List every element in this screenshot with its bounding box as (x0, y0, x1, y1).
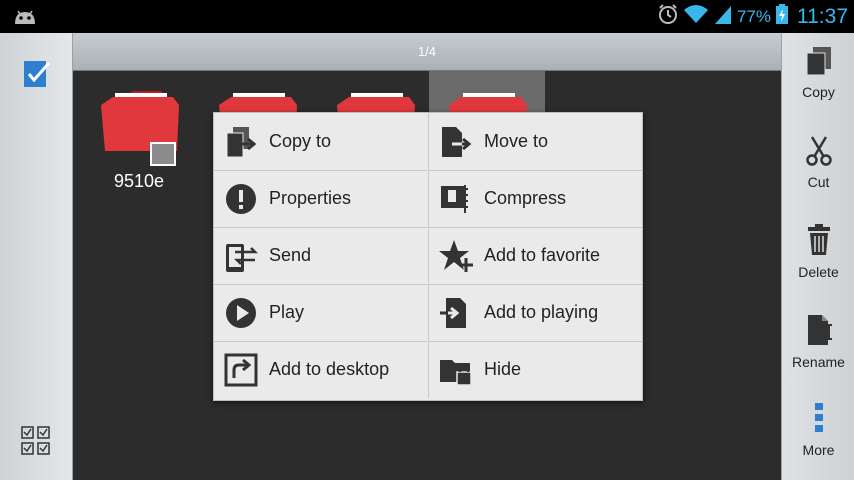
right-toolbar: Copy Cut Delete Rename More (781, 33, 854, 480)
info-icon (223, 181, 259, 217)
copy-label: Copy (802, 84, 835, 100)
menu-item-label: Compress (484, 188, 567, 208)
delete-button[interactable]: Delete (782, 223, 854, 280)
play-icon (223, 295, 259, 331)
battery-percent: 77% (736, 6, 771, 26)
delete-label: Delete (798, 264, 839, 280)
menu-item-label: Send (269, 245, 312, 265)
menu-item-play[interactable]: Play (214, 284, 427, 342)
rename-icon (807, 315, 832, 345)
favorite-icon (438, 238, 474, 274)
context-menu: Copy to Move to Properties Compress Send… (213, 112, 643, 401)
status-bar: 77% 11:37 (0, 0, 854, 33)
menu-item-label: Add to desktop (269, 359, 390, 379)
hide-folder-icon (438, 352, 474, 388)
folder-name: 9510e (113, 171, 165, 191)
copy-to-icon (223, 124, 259, 160)
menu-item-add-to-desktop[interactable]: Add to desktop (214, 341, 427, 398)
signal-icon (713, 3, 733, 30)
wifi-icon (683, 3, 709, 30)
menu-item-send[interactable]: Send (214, 227, 427, 285)
copy-icon (806, 47, 831, 76)
menu-item-hide[interactable]: Hide (428, 341, 642, 398)
menu-item-move-to[interactable]: Move to (428, 113, 642, 171)
folder-icon (101, 91, 179, 166)
more-button[interactable]: More (782, 401, 854, 458)
send-icon (223, 238, 259, 274)
select-mode-icon[interactable] (22, 57, 56, 96)
menu-item-label: Add to playing (484, 302, 599, 322)
clock: 11:37 (797, 4, 848, 28)
cut-label: Cut (807, 174, 830, 190)
rename-button[interactable]: Rename (782, 313, 854, 370)
menu-item-label: Play (269, 302, 305, 322)
trash-icon (807, 224, 830, 255)
android-debug-icon (12, 6, 38, 31)
alarm-icon (657, 3, 679, 30)
cut-button[interactable]: Cut (782, 135, 854, 190)
menu-item-label: Move to (484, 131, 549, 151)
page-indicator-bar: 1/4 (73, 33, 781, 71)
menu-item-add-to-favorite[interactable]: Add to favorite (428, 227, 642, 285)
rename-label: Rename (792, 354, 845, 370)
add-to-playing-icon (438, 295, 474, 331)
menu-item-compress[interactable]: Compress (428, 170, 642, 228)
battery-charging-icon (775, 3, 789, 30)
menu-item-copy-to[interactable]: Copy to (214, 113, 427, 171)
copy-button[interactable]: Copy (782, 45, 854, 100)
left-panel (0, 33, 73, 480)
folder-item[interactable]: 9510e (91, 71, 187, 191)
more-icon (814, 403, 823, 432)
menu-item-add-to-playing[interactable]: Add to playing (428, 284, 642, 342)
menu-item-label: Add to favorite (484, 245, 601, 265)
page-indicator: 1/4 (417, 44, 437, 59)
menu-item-label: Hide (484, 359, 522, 379)
desktop-shortcut-icon (223, 352, 259, 388)
move-to-icon (438, 124, 474, 160)
select-all-icon[interactable] (20, 425, 52, 462)
menu-item-label: Properties (269, 188, 352, 208)
more-label: More (802, 442, 835, 458)
scissors-icon (805, 136, 832, 166)
menu-item-properties[interactable]: Properties (214, 170, 427, 228)
compress-icon (438, 181, 474, 217)
menu-item-label: Copy to (269, 131, 332, 151)
